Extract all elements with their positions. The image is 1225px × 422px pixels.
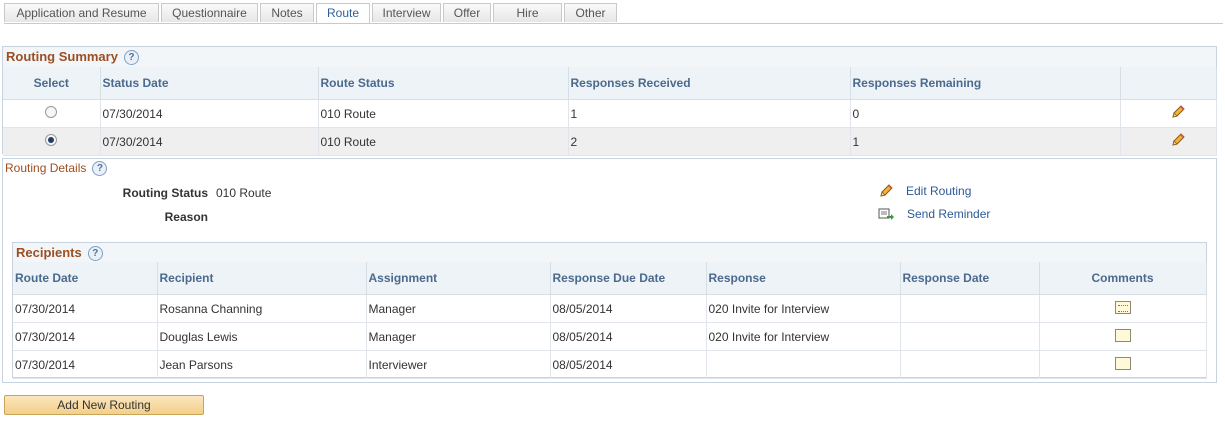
route-date-cell: 07/30/2014 [13, 350, 158, 379]
tab-interview[interactable]: Interview [372, 3, 441, 22]
column-header-route-date: Route Date [13, 262, 158, 295]
tab-divider [4, 23, 1223, 24]
tab-questionnaire[interactable]: Questionnaire [161, 3, 258, 22]
pencil-icon[interactable] [1170, 132, 1186, 148]
pencil-icon [880, 184, 893, 197]
response-cell: 020 Invite for Interview [706, 322, 901, 351]
responses-received-cell: 1 [568, 99, 851, 128]
help-icon[interactable]: ? [123, 50, 139, 66]
recipients-table: Route Date Recipient Assignment Response… [13, 262, 1207, 379]
tab-hire[interactable]: Hire [493, 3, 562, 22]
route-status-cell: 010 Route [318, 99, 569, 128]
response-due-date-cell: 08/05/2014 [550, 350, 707, 379]
help-icon[interactable]: ? [87, 246, 103, 262]
note-with-text-icon[interactable] [1114, 300, 1131, 314]
edit-routing-link[interactable]: Edit Routing [906, 184, 971, 198]
column-header-response-date: Response Date [900, 262, 1040, 295]
column-header-status-date: Status Date [100, 67, 319, 100]
route-date-cell: 07/30/2014 [13, 294, 158, 323]
help-icon[interactable]: ? [92, 161, 108, 177]
assignment-cell: Manager [366, 294, 551, 323]
column-header-responses-remaining: Responses Remaining [850, 67, 1121, 100]
routing-summary-title-text: Routing Summary [6, 49, 118, 64]
response-date-cell [900, 350, 1040, 379]
response-date-cell [900, 294, 1040, 323]
column-header-responses-received: Responses Received [568, 67, 851, 100]
assignment-cell: Interviewer [366, 350, 551, 379]
table-header-row: Route Date Recipient Assignment Response… [13, 262, 1207, 295]
routing-details-title-text: Routing Details [5, 161, 87, 175]
assignment-cell: Manager [366, 322, 551, 351]
responses-remaining-cell: 1 [850, 127, 1121, 156]
note-empty-icon[interactable] [1114, 356, 1131, 370]
routing-summary-title: Routing Summary? [6, 49, 139, 66]
column-header-comments: Comments [1039, 262, 1207, 295]
routing-status-value: 010 Route [216, 186, 272, 200]
column-header-edit [1120, 67, 1217, 100]
column-header-assignment: Assignment [366, 262, 551, 295]
column-header-select: Select [3, 67, 101, 100]
note-empty-icon[interactable] [1114, 328, 1131, 342]
recipient-cell: Rosanna Channing [157, 294, 367, 323]
recipients-title: Recipients? [16, 245, 103, 262]
tab-application-and-resume[interactable]: Application and Resume [4, 3, 159, 22]
status-date-cell: 07/30/2014 [100, 127, 319, 156]
responses-received-cell: 2 [568, 127, 851, 156]
tab-route[interactable]: Route [316, 3, 370, 24]
select-radio[interactable] [45, 134, 58, 146]
routing-summary-header-bar [3, 47, 1216, 67]
response-cell [706, 350, 901, 379]
column-header-route-status: Route Status [318, 67, 569, 100]
send-reminder-icon [878, 208, 894, 220]
table-row[interactable]: 07/30/2014 010 Route 2 1 [3, 127, 1217, 156]
column-header-response: Response [706, 262, 901, 295]
recipient-cell: Jean Parsons [157, 350, 367, 379]
table-row[interactable]: 07/30/2014 010 Route 1 0 [3, 99, 1217, 128]
table-row: 07/30/2014 Rosanna Channing Manager 08/0… [13, 294, 1207, 323]
select-radio[interactable] [45, 106, 58, 118]
recipient-cell: Douglas Lewis [157, 322, 367, 351]
column-header-response-due-date: Response Due Date [550, 262, 707, 295]
table-row: 07/30/2014 Douglas Lewis Manager 08/05/2… [13, 322, 1207, 351]
routing-details-title: Routing Details? [5, 161, 108, 177]
routing-summary-table: Select Status Date Route Status Response… [3, 67, 1217, 156]
response-due-date-cell: 08/05/2014 [550, 294, 707, 323]
tab-other[interactable]: Other [564, 3, 617, 22]
route-status-cell: 010 Route [318, 127, 569, 156]
add-new-routing-button[interactable]: Add New Routing [4, 395, 204, 415]
table-header-row: Select Status Date Route Status Response… [3, 67, 1217, 100]
column-header-recipient: Recipient [157, 262, 367, 295]
recipients-title-text: Recipients [16, 245, 82, 260]
routing-status-label: Routing Status [122, 186, 208, 200]
response-cell: 020 Invite for Interview [706, 294, 901, 323]
status-date-cell: 07/30/2014 [100, 99, 319, 128]
table-row: 07/30/2014 Jean Parsons Interviewer 08/0… [13, 350, 1207, 379]
response-due-date-cell: 08/05/2014 [550, 322, 707, 351]
send-reminder-link[interactable]: Send Reminder [907, 207, 990, 221]
reason-label: Reason [164, 210, 208, 224]
route-date-cell: 07/30/2014 [13, 322, 158, 351]
responses-remaining-cell: 0 [850, 99, 1121, 128]
pencil-icon[interactable] [1170, 104, 1186, 120]
response-date-cell [900, 322, 1040, 351]
tab-notes[interactable]: Notes [260, 3, 314, 22]
tab-bar: Application and Resume Questionnaire Not… [4, 3, 619, 24]
recipients-header-bar [13, 243, 1206, 262]
tab-offer[interactable]: Offer [443, 3, 491, 22]
